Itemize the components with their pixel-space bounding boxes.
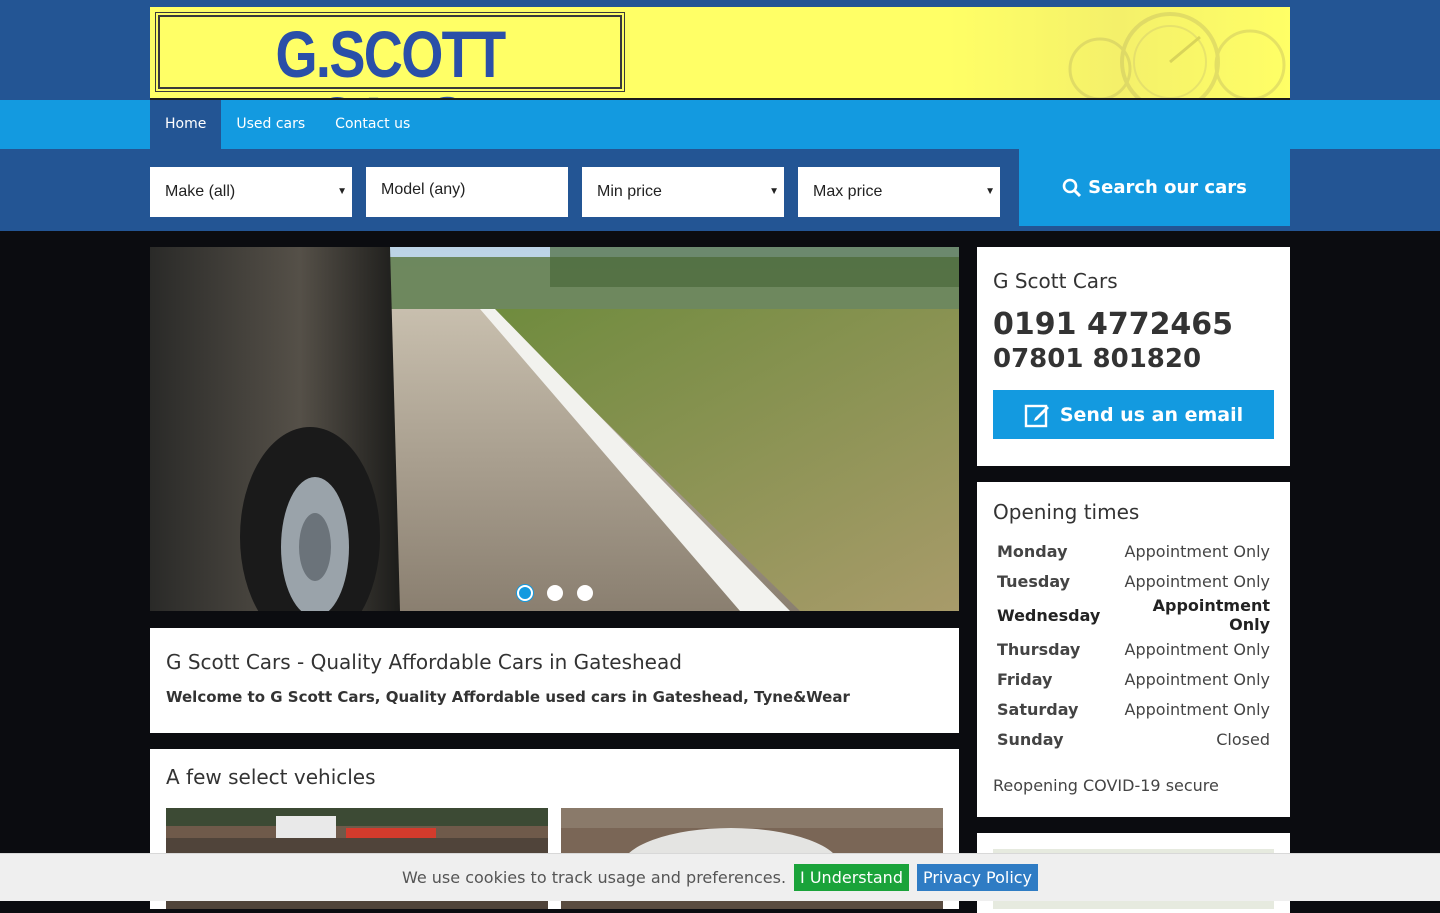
table-row: Sunday Closed [993, 724, 1274, 754]
slideshow-dots [150, 585, 959, 601]
hero-slideshow [150, 247, 959, 611]
site-logo[interactable]: G.SCOTT CARS [155, 12, 625, 98]
cookie-text: We use cookies to track usage and prefer… [401, 868, 787, 887]
make-select-value: Make (all) [165, 183, 236, 200]
max-price-value: Max price [813, 183, 883, 200]
max-price-select[interactable]: Max price ▼ [798, 167, 1000, 217]
contact-panel: G Scott Cars 0191 4772465 07801 801820 S… [977, 247, 1290, 466]
hours-value: Appointment Only [1124, 699, 1270, 719]
opening-times-table: Monday Appointment Only Tuesday Appointmen… [993, 536, 1274, 754]
min-price-value: Min price [597, 183, 662, 200]
table-row: Tuesday Appointment Only [993, 566, 1274, 596]
business-name: G Scott Cars [993, 269, 1118, 293]
search-cars-button[interactable]: Search our cars [1019, 149, 1290, 226]
caret-down-icon: ▼ [985, 186, 995, 197]
reopening-note: Reopening COVID-19 secure [993, 776, 1219, 795]
search-icon [1062, 178, 1082, 197]
opening-times-title: Opening times [993, 500, 1140, 524]
search-button-label: Search our cars [1088, 177, 1247, 198]
dashboard-gauges-image [1068, 12, 1286, 98]
day-label: Tuesday [997, 571, 1071, 591]
model-input[interactable]: Model (any) [366, 167, 568, 217]
privacy-policy-button[interactable]: Privacy Policy [916, 864, 1039, 891]
cookie-banner: We use cookies to track usage and prefer… [0, 853, 1440, 901]
day-label: Wednesday [997, 605, 1101, 625]
model-input-placeholder: Model (any) [381, 181, 466, 198]
day-label: Sunday [997, 729, 1064, 749]
table-row-today: Wednesday Appointment Only [993, 596, 1274, 634]
caret-down-icon: ▼ [769, 186, 779, 197]
min-price-select[interactable]: Min price ▼ [582, 167, 784, 217]
phone-landline[interactable]: 0191 4772465 [993, 307, 1274, 342]
send-email-button[interactable]: Send us an email [993, 390, 1274, 439]
welcome-title: G Scott Cars - Quality Affordable Cars i… [166, 650, 682, 674]
main-nav: Home Used cars Contact us [0, 100, 1440, 149]
day-label: Monday [997, 541, 1068, 561]
send-email-label: Send us an email [1059, 403, 1244, 426]
day-label: Thursday [997, 639, 1081, 659]
table-row: Monday Appointment Only [993, 536, 1274, 566]
welcome-text: Welcome to G Scott Cars, Quality Afforda… [166, 688, 850, 706]
day-label: Saturday [997, 699, 1079, 719]
hours-value: Appointment Only [1124, 571, 1270, 591]
nav-contact-us[interactable]: Contact us [320, 100, 425, 149]
make-select[interactable]: Make (all) ▼ [150, 167, 352, 217]
hours-value: Appointment Only [1124, 669, 1270, 689]
table-row: Thursday Appointment Only [993, 634, 1274, 664]
slide-dot-3[interactable] [576, 585, 593, 601]
nav-used-cars[interactable]: Used cars [221, 100, 320, 149]
caret-down-icon: ▼ [337, 186, 347, 197]
featured-vehicles-title: A few select vehicles [166, 765, 376, 789]
table-row: Saturday Appointment Only [993, 694, 1274, 724]
hours-value: Appointment Only [1124, 541, 1270, 561]
nav-home[interactable]: Home [150, 100, 222, 149]
hours-value: Appointment Only [1152, 596, 1270, 634]
day-label: Friday [997, 669, 1053, 689]
opening-times-panel: Opening times Monday Appointment Only Tue… [977, 482, 1290, 817]
site-banner: G.SCOTT CARS [150, 7, 1290, 100]
logo-text: G.SCOTT CARS [275, 17, 506, 98]
slide-dot-1[interactable] [516, 585, 533, 601]
cookie-accept-button[interactable]: I Understand [794, 864, 909, 891]
table-row: Friday Appointment Only [993, 664, 1274, 694]
hours-value: Appointment Only [1124, 639, 1270, 659]
welcome-panel: G Scott Cars - Quality Affordable Cars i… [150, 628, 959, 733]
search-bar: Make (all) ▼ Model (any) Min price ▼ Max… [0, 149, 1440, 231]
phone-mobile[interactable]: 07801 801820 [993, 344, 1274, 374]
edit-icon [1024, 404, 1049, 427]
hours-value: Closed [1216, 729, 1270, 749]
hero-road-image [150, 247, 959, 611]
slide-dot-2[interactable] [546, 585, 563, 601]
